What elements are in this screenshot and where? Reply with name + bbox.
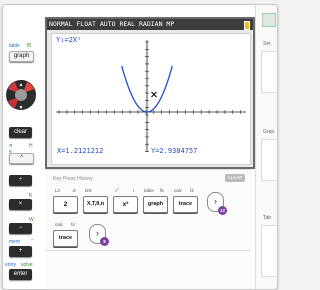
history-key-sub: L2 [55,188,61,193]
calculator-app-window: table f5 graph ▲ ▼ clear π H e ^ ÷ K × W… [2,4,278,290]
entry-key-label: entry [5,262,17,268]
repeat-count-badge: 8 [100,237,109,246]
history-key-sub: Z [73,188,76,193]
history-key-sub: f5 [160,188,164,193]
axis-ticks [58,41,241,152]
history-key-sub: I [133,188,135,193]
history-key-sub: f4 [190,188,194,193]
history-key-sub: √‾ [115,188,119,193]
multiply-key[interactable]: × [9,199,32,210]
history-key-sub: link [85,188,92,193]
plus-key[interactable]: + [9,246,32,257]
history-key-2[interactable]: 2 [53,196,78,213]
history-divider [45,250,251,251]
calculator-keypad: table f5 graph ▲ ▼ clear π H e ^ ÷ K × W… [3,5,41,289]
f5-key-label: f5 [27,43,32,49]
h-key-label: H [29,143,33,149]
history-key-graph[interactable]: graph [143,196,168,213]
divide-key[interactable]: ÷ [9,175,32,186]
key-press-history-panel: Key Press History CLEAR L2 Z 2 link X,T,… [45,169,251,289]
enter-key[interactable]: enter [9,269,32,280]
history-key-sub: table [144,188,154,193]
quote-key-label: " [31,239,33,245]
mode-status-text: NORMAL FLOAT AUTO REAL RADIAN MP [49,20,175,28]
settings-box[interactable] [261,51,277,93]
panel-toggle-button[interactable] [262,13,276,27]
history-key-trace[interactable]: trace [53,230,78,247]
table-box[interactable] [261,225,277,277]
graph-area: Y₁=2X² [51,33,251,165]
history-key-square[interactable]: x² [113,196,138,213]
history-key-trace[interactable]: trace [173,196,198,213]
history-key-sub: calc [174,188,183,193]
svg-text:▼: ▼ [19,105,24,111]
solve-key-label: solve [21,262,33,268]
clear-key[interactable]: clear [9,127,32,138]
history-clear-button[interactable]: CLEAR [225,174,245,182]
trace-cursor [151,91,157,98]
equation-label: Y₁=2X² [56,36,82,44]
history-key-sub: f4 [71,222,75,227]
history-key-xt[interactable]: X,T,θ,n [83,196,108,213]
calculator-screen: NORMAL FLOAT AUTO REAL RADIAN MP Y₁=2X² … [45,17,255,169]
status-bar: NORMAL FLOAT AUTO REAL RADIAN MP [47,19,253,30]
settings-label: Set [263,41,271,47]
table-label: Tab [263,215,272,221]
graph-label: Grap [263,129,275,135]
minus-key[interactable]: − [9,223,32,234]
history-key-sub: calc [55,222,64,227]
svg-text:▲: ▲ [19,82,24,88]
graph-box[interactable] [261,139,277,181]
right-side-panel: Set Grap Tab [255,5,277,289]
repeat-count-badge: 12 [218,206,227,215]
battery-icon [244,21,250,30]
table-key-label: table [9,43,20,49]
mem-key-label: mem [9,239,21,245]
x-readout: X=1.2121212 [57,147,104,155]
graph-key[interactable]: graph [9,51,34,62]
caret-key[interactable]: ^ [9,153,34,164]
graph-plot [56,40,246,152]
history-title: Key Press History [53,176,93,182]
arrow-dpad[interactable]: ▲ ▼ [5,79,37,111]
y-readout: Y=2.9384757 [151,147,198,155]
